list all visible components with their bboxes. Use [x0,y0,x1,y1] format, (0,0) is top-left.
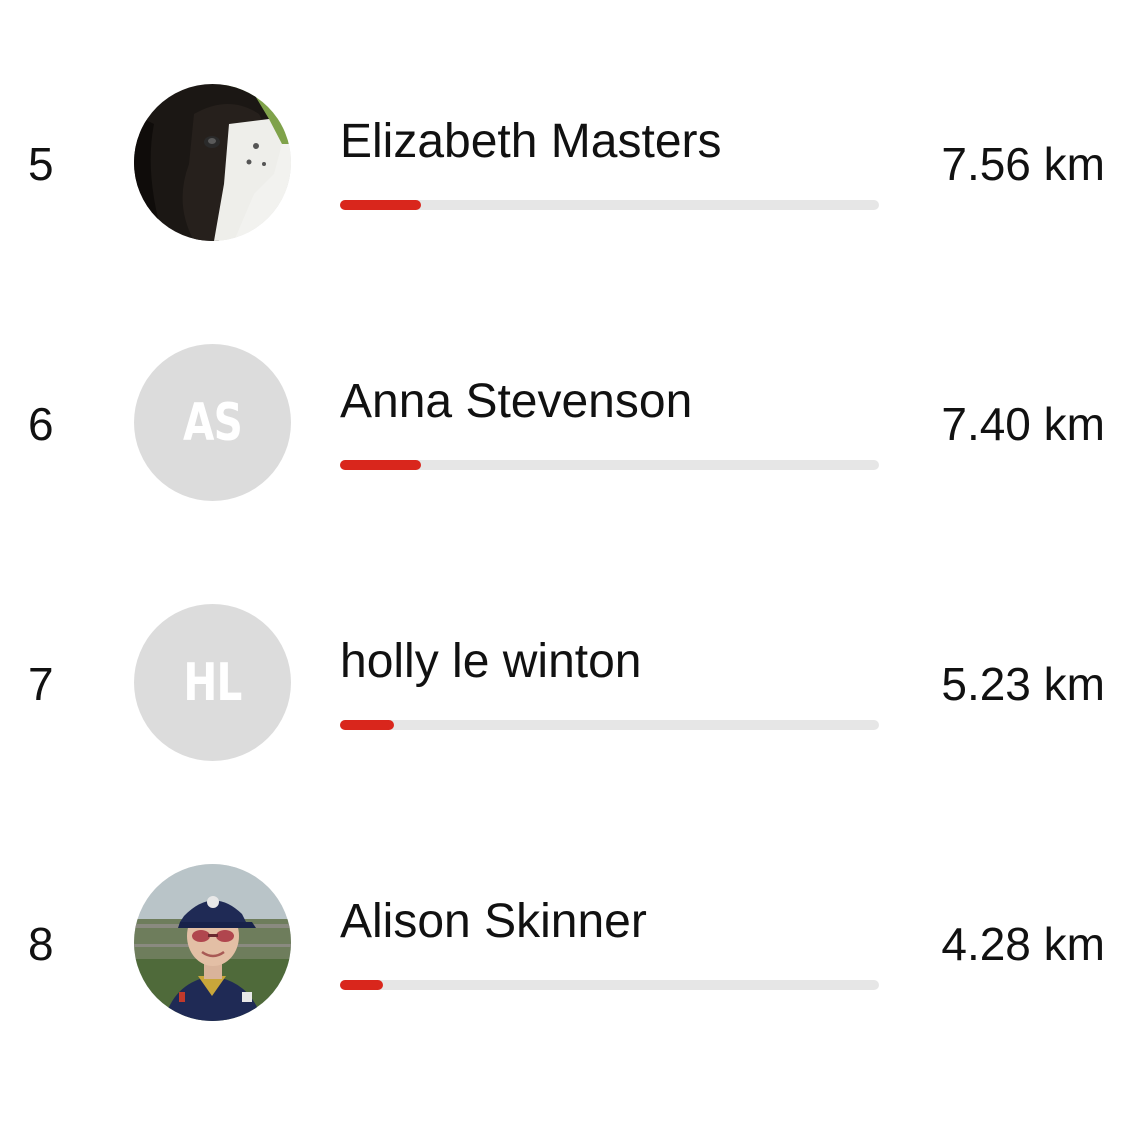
avatar-initials: AS [182,392,243,453]
progress-fill [340,980,384,990]
progress-bar [340,720,879,730]
progress-bar [340,200,879,210]
athlete-name[interactable]: Elizabeth Masters [340,118,722,166]
person-photo-icon [134,864,291,1021]
distance-value: 5.23 km [941,658,1105,710]
avatar[interactable]: HL [134,604,291,761]
progress-fill [340,720,394,730]
athlete-name[interactable]: Alison Skinner [340,898,647,946]
rank-number: 7 [28,658,54,710]
leaderboard-row[interactable]: 5 Elizabeth Masters 7.56 km [0,84,1125,244]
distance-value: 4.28 km [941,918,1105,970]
rank-number: 5 [28,138,54,190]
avatar[interactable] [134,84,291,241]
leaderboard-row[interactable]: 6 AS Anna Stevenson 7.40 km [0,344,1125,504]
avatar[interactable]: AS [134,344,291,501]
avatar-initials: HL [183,652,242,713]
athlete-name[interactable]: Anna Stevenson [340,378,692,426]
leaderboard-row[interactable]: 7 HL holly le winton 5.23 km [0,604,1125,764]
leaderboard-row[interactable]: 8 Alison Skinner 4.28 km [0,864,1125,1024]
progress-bar [340,980,879,990]
progress-bar [340,460,879,470]
distance-value: 7.56 km [941,138,1105,190]
progress-fill [340,200,421,210]
dog-photo-icon [134,84,291,241]
rank-number: 6 [28,398,54,450]
athlete-name[interactable]: holly le winton [340,638,642,686]
progress-fill [340,460,421,470]
distance-value: 7.40 km [941,398,1105,450]
rank-number: 8 [28,918,54,970]
leaderboard-list: 5 Elizabeth Masters 7.56 km 6 AS Anna St… [0,0,1125,1125]
avatar[interactable] [134,864,291,1021]
